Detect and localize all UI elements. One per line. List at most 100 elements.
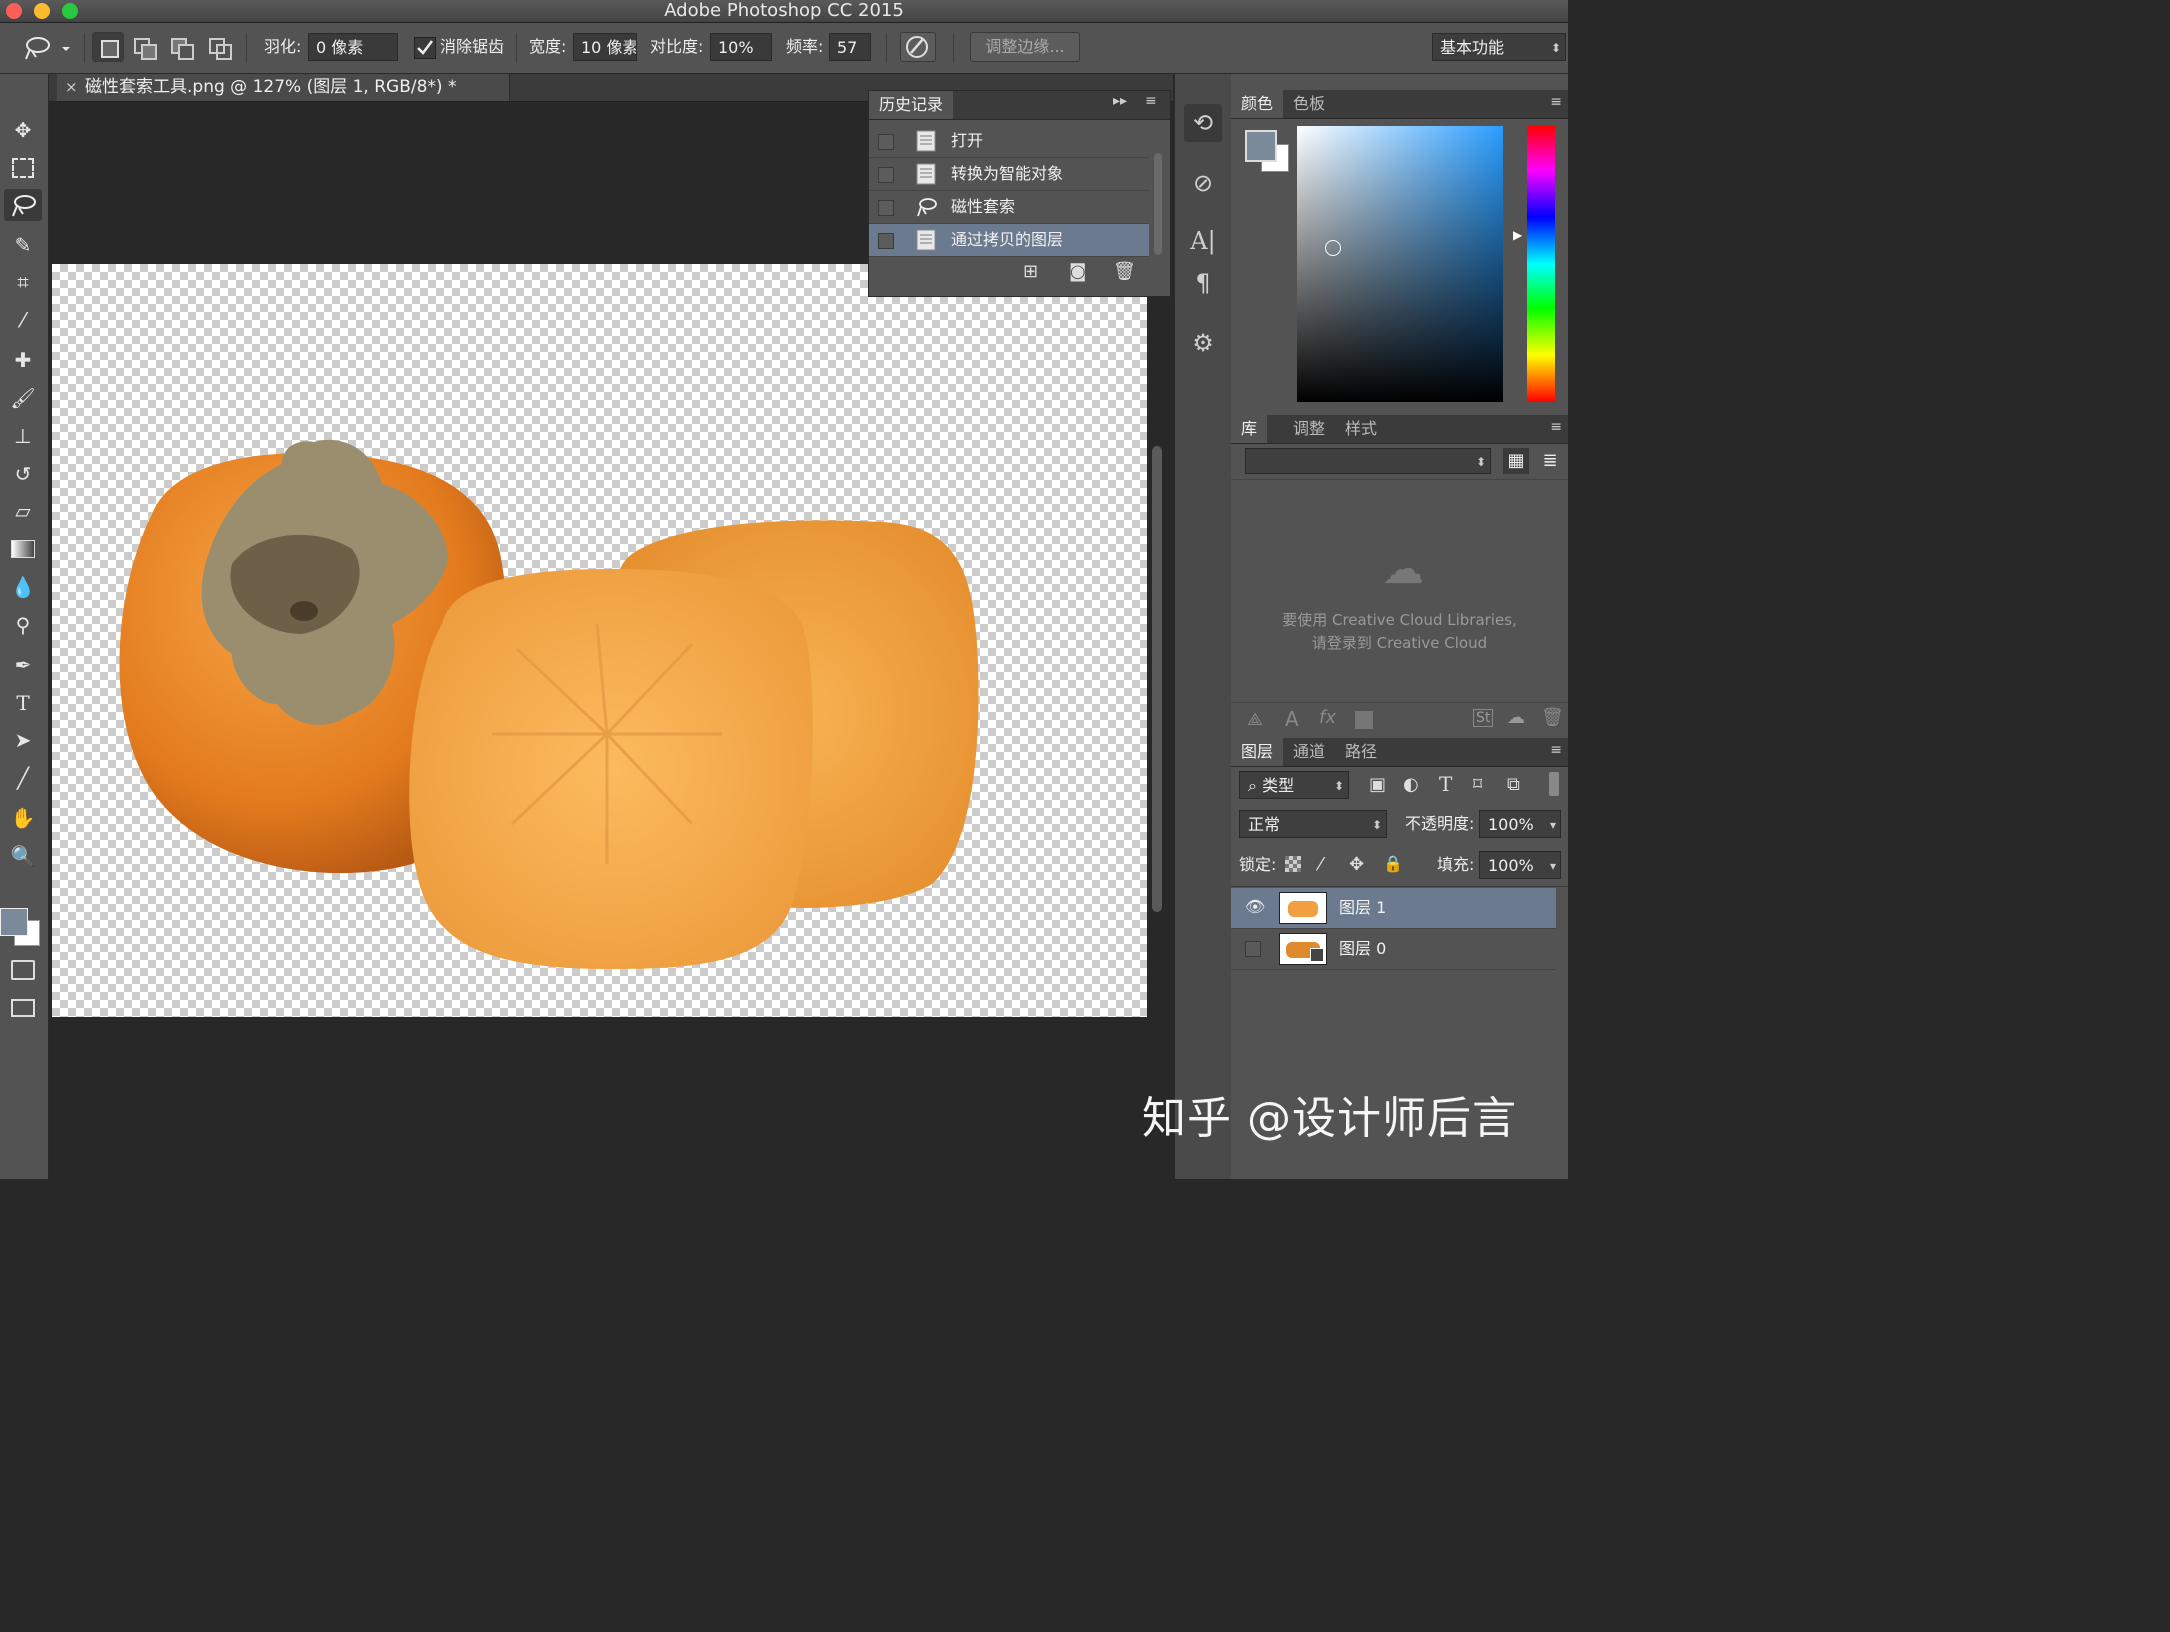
- new-selection-button[interactable]: [92, 32, 124, 62]
- workspace-select[interactable]: 基本功能 ⬍: [1432, 33, 1566, 61]
- eyedropper-tool[interactable]: ⁄: [4, 304, 42, 336]
- paragraph-panel-button[interactable]: ¶: [1184, 264, 1222, 302]
- eye-icon[interactable]: 👁: [1245, 897, 1265, 916]
- blend-mode-select[interactable]: 正常 ⬍: [1239, 810, 1387, 838]
- library-select[interactable]: ⬍: [1245, 448, 1491, 474]
- new-document-from-state-icon[interactable]: ⊞: [1023, 261, 1038, 282]
- tab-adjustments[interactable]: 调整: [1283, 415, 1335, 443]
- filter-type-icon[interactable]: T: [1439, 772, 1452, 796]
- history-item-selected[interactable]: 通过拷贝的图层: [869, 224, 1149, 257]
- filter-pixel-icon[interactable]: ▣: [1369, 774, 1386, 795]
- eraser-tool[interactable]: ▱: [4, 495, 42, 527]
- history-scrollbar[interactable]: [1154, 153, 1162, 255]
- stock-icon[interactable]: St: [1473, 709, 1494, 727]
- layer-row[interactable]: 👁 图层 1: [1231, 888, 1556, 929]
- color-picker-field[interactable]: [1297, 126, 1503, 402]
- type-tool[interactable]: T: [4, 687, 42, 719]
- filter-adjustment-icon[interactable]: ◐: [1403, 774, 1419, 795]
- pen-tool[interactable]: ✒: [4, 649, 42, 681]
- history-snapshot-checkbox[interactable]: [878, 167, 894, 183]
- add-layer-style-icon[interactable]: fx: [1319, 707, 1336, 728]
- character-panel-button[interactable]: A|: [1184, 222, 1222, 260]
- brush-tool[interactable]: 🖌: [4, 382, 42, 414]
- lock-image-pixels-icon[interactable]: ⁄: [1319, 854, 1322, 875]
- gradient-tool[interactable]: [4, 533, 42, 565]
- visibility-toggle[interactable]: [1245, 941, 1261, 957]
- blur-tool[interactable]: 💧: [4, 571, 42, 603]
- properties-panel-button[interactable]: ⊘: [1184, 164, 1222, 202]
- contrast-input[interactable]: 10%: [710, 33, 772, 61]
- trash-icon[interactable]: 🗑: [1113, 261, 1136, 282]
- panel-menu-icon[interactable]: ≡: [1550, 742, 1562, 758]
- hue-slider[interactable]: [1527, 126, 1555, 402]
- history-item[interactable]: 磁性套索: [869, 191, 1149, 224]
- filter-smart-object-icon[interactable]: ⧉: [1507, 774, 1520, 795]
- camera-icon[interactable]: ◙: [1069, 261, 1086, 282]
- tablet-pressure-button[interactable]: [900, 32, 936, 62]
- intersect-selection-button[interactable]: [209, 38, 232, 60]
- path-selection-tool[interactable]: ➤: [4, 724, 42, 756]
- panel-menu-icon[interactable]: ≡: [1550, 419, 1562, 435]
- lasso-tool[interactable]: [4, 189, 42, 221]
- crop-tool[interactable]: ⌗: [4, 266, 42, 298]
- panel-menu-icon[interactable]: ≡: [1550, 94, 1562, 110]
- filter-toggle-switch[interactable]: [1549, 772, 1559, 796]
- feather-input[interactable]: 0 像素: [308, 33, 398, 61]
- screen-mode-button[interactable]: [4, 992, 42, 1024]
- add-to-selection-button[interactable]: [134, 38, 157, 60]
- lock-transparent-pixels-icon[interactable]: [1285, 856, 1301, 872]
- refine-edge-button[interactable]: 调整边缘...: [970, 32, 1080, 62]
- lock-all-icon[interactable]: 🔒: [1383, 854, 1403, 873]
- filter-shape-icon[interactable]: ⌑: [1473, 774, 1482, 795]
- add-character-style-icon[interactable]: A: [1285, 707, 1299, 731]
- layer-filter-select[interactable]: ⌕ 类型 ⬍: [1239, 771, 1349, 799]
- canvas-scrollbar[interactable]: [1152, 446, 1162, 912]
- sync-icon[interactable]: ☁: [1507, 707, 1525, 728]
- tab-channels[interactable]: 通道: [1283, 738, 1335, 766]
- document-canvas[interactable]: [52, 264, 1147, 1017]
- healing-brush-tool[interactable]: ✚: [4, 344, 42, 376]
- color-foreground-swatch[interactable]: [1245, 130, 1277, 162]
- trash-icon[interactable]: 🗑: [1541, 707, 1564, 728]
- add-graphic-icon[interactable]: ⟁: [1247, 709, 1263, 730]
- brush-presets-panel-button[interactable]: ⚙: [1184, 324, 1222, 362]
- zoom-tool[interactable]: 🔍: [4, 840, 42, 872]
- quick-mask-button[interactable]: [4, 954, 42, 986]
- tab-libraries[interactable]: 库: [1231, 415, 1268, 443]
- history-snapshot-checkbox[interactable]: [878, 134, 894, 150]
- lock-position-icon[interactable]: ✥: [1349, 854, 1364, 875]
- list-view-icon[interactable]: ≣: [1537, 448, 1563, 474]
- panel-menu-icon[interactable]: ≡: [1145, 93, 1157, 109]
- tab-swatches[interactable]: 色板: [1283, 90, 1335, 118]
- dodge-tool[interactable]: ⚲: [4, 609, 42, 641]
- line-tool[interactable]: ╱: [4, 762, 42, 794]
- collapse-panel-icon[interactable]: ▸▸: [1113, 93, 1127, 109]
- foreground-color-swatch[interactable]: [0, 908, 28, 936]
- history-panel-tab[interactable]: 历史记录: [869, 91, 954, 119]
- fill-input[interactable]: 100% ▾: [1479, 851, 1561, 879]
- add-color-icon[interactable]: [1355, 711, 1373, 729]
- tab-color[interactable]: 颜色: [1231, 90, 1284, 118]
- history-panel-button[interactable]: ⟲: [1184, 104, 1222, 142]
- grid-view-icon[interactable]: ▦: [1503, 448, 1529, 474]
- hand-tool[interactable]: ✋: [4, 802, 42, 834]
- quick-selection-tool[interactable]: ✎: [4, 229, 42, 261]
- opacity-input[interactable]: 100% ▾: [1479, 810, 1561, 838]
- history-snapshot-checkbox[interactable]: [878, 233, 894, 249]
- marquee-tool[interactable]: [4, 152, 42, 184]
- subtract-from-selection-button[interactable]: [171, 38, 194, 60]
- clone-stamp-tool[interactable]: ⊥: [4, 420, 42, 452]
- move-tool[interactable]: ✥: [4, 114, 42, 146]
- tab-paths[interactable]: 路径: [1335, 738, 1387, 766]
- history-brush-tool[interactable]: ↺: [4, 458, 42, 490]
- hue-slider-handle[interactable]: ▶: [1513, 228, 1522, 242]
- close-icon[interactable]: ×: [65, 74, 78, 101]
- history-snapshot-checkbox[interactable]: [878, 200, 894, 216]
- history-item[interactable]: 转换为智能对象: [869, 158, 1149, 191]
- document-tab[interactable]: × 磁性套索工具.png @ 127% (图层 1, RGB/8*) *: [57, 74, 510, 101]
- layer-row[interactable]: 图层 0: [1231, 929, 1556, 970]
- antialias-checkbox[interactable]: [414, 37, 436, 59]
- tool-preset-picker[interactable]: [22, 33, 72, 63]
- tab-styles[interactable]: 样式: [1335, 415, 1387, 443]
- width-input[interactable]: 10 像素: [573, 33, 637, 61]
